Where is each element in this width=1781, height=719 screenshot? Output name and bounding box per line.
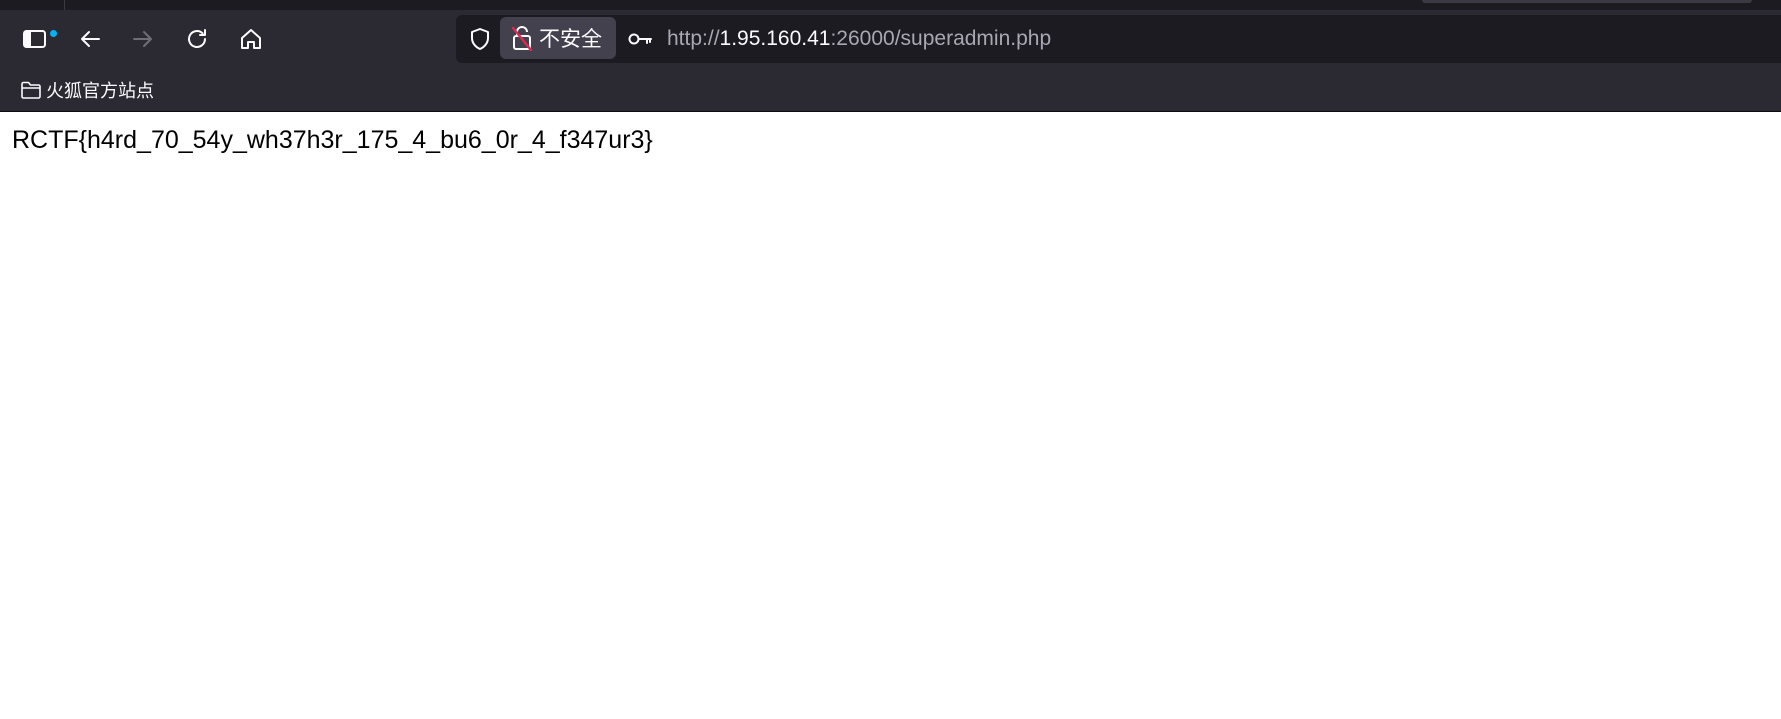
reload-button[interactable]	[177, 19, 217, 59]
reload-icon	[188, 29, 206, 48]
page-content: RCTF{h4rd_70_54y_wh37h3r_175_4_bu6_0r_4_…	[0, 112, 1781, 719]
back-arrow-icon	[81, 31, 100, 47]
url-text[interactable]: http://1.95.160.41:26000/superadmin.php	[667, 15, 1051, 63]
home-icon	[241, 29, 261, 49]
sidebar-icon	[22, 28, 57, 50]
bookmark-folder-firefox-official[interactable]: 火狐官方站点	[14, 74, 160, 106]
bookmarks-toolbar: 火狐官方站点	[0, 68, 1781, 112]
sidebar-button[interactable]	[15, 19, 57, 59]
url-host: 1.95.160.41	[719, 27, 831, 50]
url-path: :26000/superadmin.php	[830, 27, 1052, 50]
tab-separator	[64, 0, 65, 10]
navigation-toolbar: 不安全 http://1.95.160.41:26000/superadmin.…	[0, 10, 1781, 68]
forward-button[interactable]	[123, 19, 163, 59]
shield-icon	[471, 28, 489, 50]
tab-edge	[1422, 0, 1752, 3]
tab-strip	[0, 0, 1781, 10]
connection-insecure-label: 不安全	[539, 27, 602, 51]
insecure-lock-icon	[508, 24, 536, 52]
tracking-protection-button[interactable]	[462, 21, 498, 57]
url-scheme: http://	[667, 27, 720, 50]
forward-arrow-icon	[133, 31, 152, 47]
bookmark-label: 火狐官方站点	[46, 81, 154, 102]
connection-insecure-button[interactable]: 不安全	[500, 17, 616, 59]
page-text: RCTF{h4rd_70_54y_wh37h3r_175_4_bu6_0r_4_…	[12, 126, 653, 154]
key-icon	[628, 33, 652, 45]
url-bar[interactable]: 不安全 http://1.95.160.41:26000/superadmin.…	[456, 15, 1781, 63]
back-button[interactable]	[70, 19, 110, 59]
folder-icon	[21, 81, 41, 99]
home-button[interactable]	[231, 19, 271, 59]
sidebar-notification-dot	[50, 30, 57, 37]
password-manager-button[interactable]	[622, 21, 658, 57]
